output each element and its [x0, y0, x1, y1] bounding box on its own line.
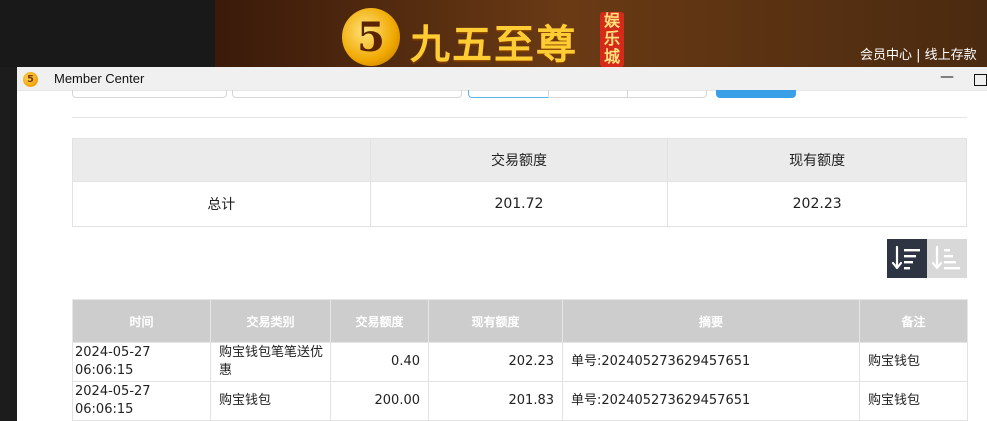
divider [72, 117, 967, 118]
summary-header-current: 现有额度 [667, 138, 967, 182]
date-start-input[interactable] [72, 90, 227, 98]
col-header-balance: 现有额度 [428, 299, 563, 343]
cell-summary: 单号:202405273629457651 [562, 381, 860, 421]
cell-balance: 201.83 [428, 381, 563, 421]
transaction-table: 时间 交易类别 交易额度 现有额度 摘要 备注 2024-05-27 06:06… [72, 299, 968, 421]
summary-header-blank [72, 138, 371, 182]
cell-time: 2024-05-27 06:06:15 [72, 381, 211, 421]
cell-balance: 202.23 [428, 342, 563, 382]
cell-type: 购宝钱包笔笔送优惠 [210, 342, 331, 382]
table-row: 2024-05-27 06:06:15 购宝钱包 200.00 201.83 单… [72, 381, 968, 421]
member-center-window: 5 Member Center — 交易额度 现有额度 总计 201.72 20… [17, 67, 987, 421]
site-logo-text: 九五至尊 [410, 21, 578, 68]
cell-summary: 单号:202405273629457651 [562, 342, 860, 382]
transaction-header-row: 时间 交易类别 交易额度 现有额度 摘要 备注 [72, 299, 968, 343]
query-button[interactable] [716, 90, 796, 98]
table-row: 2024-05-27 06:06:15 购宝钱包笔笔送优惠 0.40 202.2… [72, 342, 968, 382]
sort-ascending-button[interactable] [927, 239, 967, 278]
summary-total-label: 总计 [72, 181, 371, 227]
summary-header-row: 交易额度 现有额度 [72, 138, 967, 182]
cell-time: 2024-05-27 06:06:15 [72, 342, 211, 382]
sort-descending-icon [891, 245, 920, 270]
sort-ascending-icon [931, 245, 960, 270]
col-header-type: 交易类别 [210, 299, 331, 343]
summary-table: 交易额度 现有额度 总计 201.72 202.23 [72, 138, 967, 227]
cell-amount: 200.00 [330, 381, 429, 421]
col-header-note: 备注 [859, 299, 968, 343]
col-header-time: 时间 [72, 299, 211, 343]
minimize-button[interactable]: — [940, 69, 954, 85]
summary-total-current: 202.23 [667, 181, 967, 227]
range-option-2[interactable] [548, 90, 628, 98]
summary-total-row: 总计 201.72 202.23 [72, 181, 967, 227]
cell-note: 购宝钱包 [859, 342, 968, 382]
site-logo-icon: 5 [342, 8, 400, 66]
site-logo-badge: 娱乐城 [600, 12, 624, 67]
range-option-1[interactable] [468, 90, 549, 98]
sort-descending-button[interactable] [887, 239, 927, 278]
range-option-3[interactable] [627, 90, 707, 98]
cell-type: 购宝钱包 [210, 381, 331, 421]
summary-header-transaction: 交易额度 [369, 138, 669, 182]
site-top-links[interactable]: 会员中心 | 线上存款 [860, 44, 977, 63]
cell-amount: 0.40 [330, 342, 429, 382]
site-left-panel [0, 0, 215, 67]
window-titlebar: 5 Member Center — [17, 67, 987, 91]
col-header-amount: 交易额度 [330, 299, 429, 343]
date-end-input[interactable] [232, 90, 462, 98]
maximize-button[interactable] [974, 74, 987, 86]
window-title: Member Center [54, 71, 145, 86]
col-header-summary: 摘要 [562, 299, 860, 343]
summary-total-transaction: 201.72 [369, 181, 669, 227]
cell-note: 购宝钱包 [859, 381, 968, 421]
app-logo-icon: 5 [23, 72, 38, 87]
